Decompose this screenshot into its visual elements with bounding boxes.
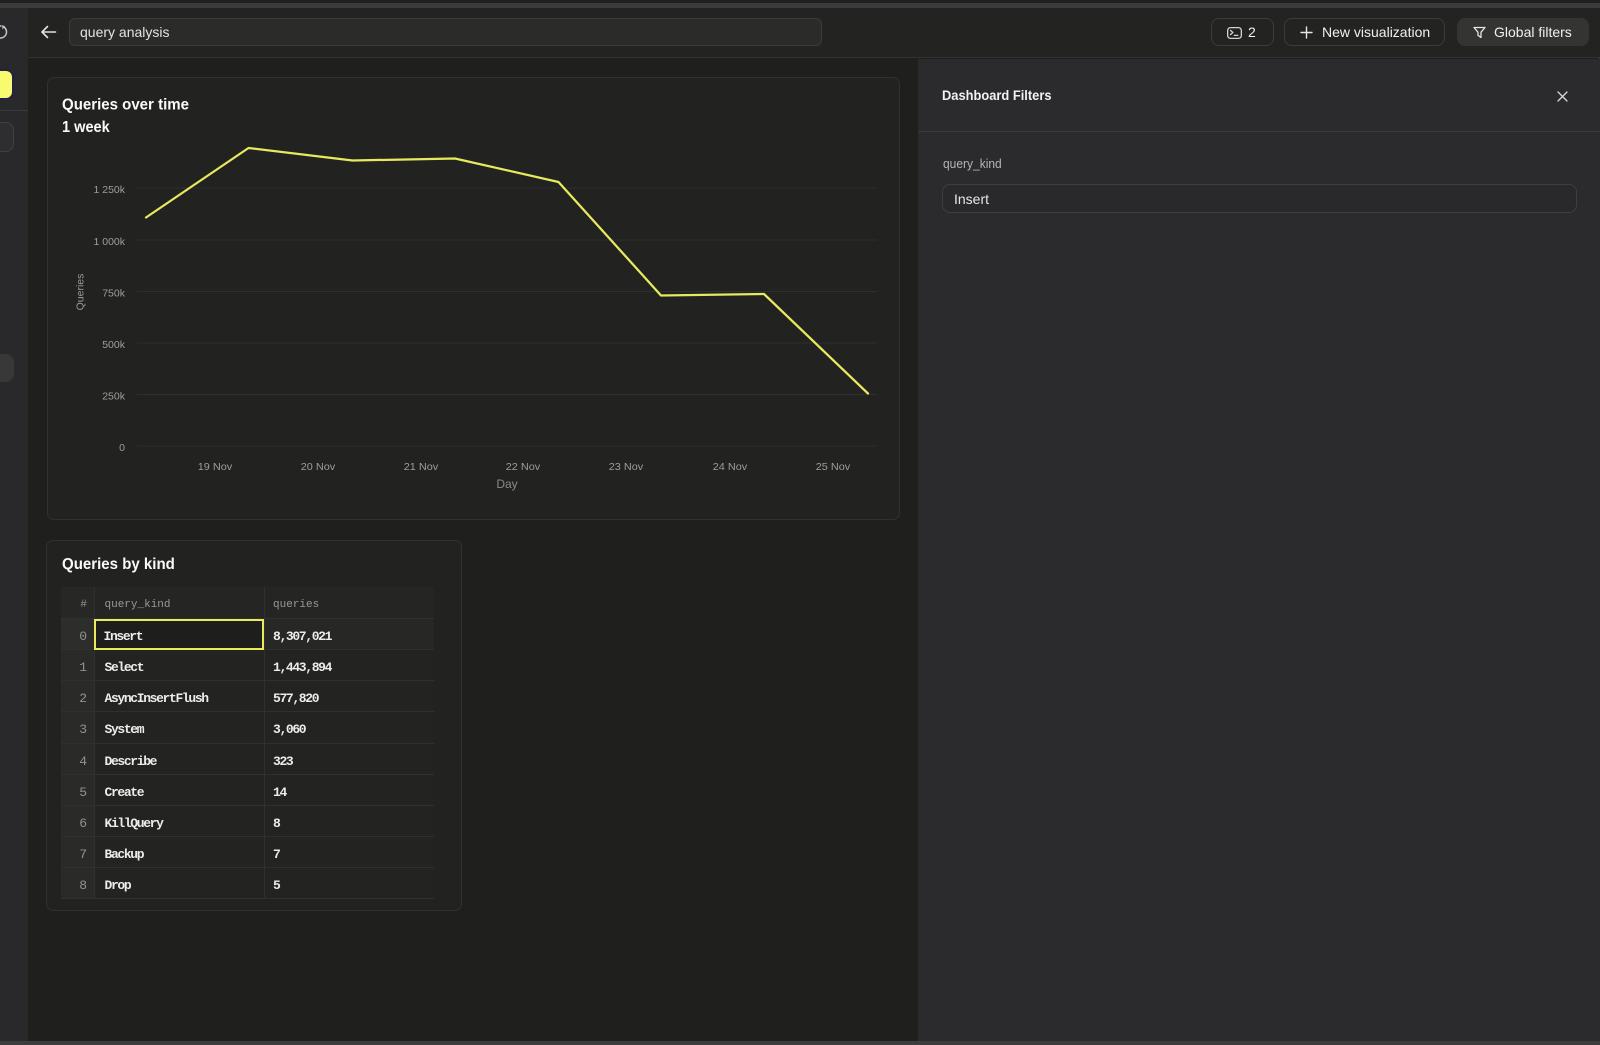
svg-text:250k: 250k (102, 391, 126, 403)
svg-text:25 Nov: 25 Nov (816, 461, 851, 473)
svg-text:1 000k: 1 000k (93, 236, 125, 248)
svg-text:20 Nov: 20 Nov (301, 461, 336, 473)
svg-text:24 Nov: 24 Nov (713, 461, 748, 473)
svg-text:750k: 750k (102, 288, 126, 300)
svg-text:0: 0 (119, 442, 125, 454)
svg-text:Day: Day (496, 477, 517, 491)
svg-text:21 Nov: 21 Nov (404, 461, 439, 473)
svg-text:22 Nov: 22 Nov (506, 461, 541, 473)
svg-text:19 Nov: 19 Nov (198, 461, 233, 473)
svg-text:23 Nov: 23 Nov (609, 461, 644, 473)
svg-text:500k: 500k (102, 339, 126, 351)
svg-text:1 250k: 1 250k (93, 184, 125, 196)
svg-text:Queries over time: Queries over time (62, 96, 189, 114)
svg-text:1 week: 1 week (62, 118, 110, 136)
svg-text:Queries: Queries (75, 274, 87, 311)
